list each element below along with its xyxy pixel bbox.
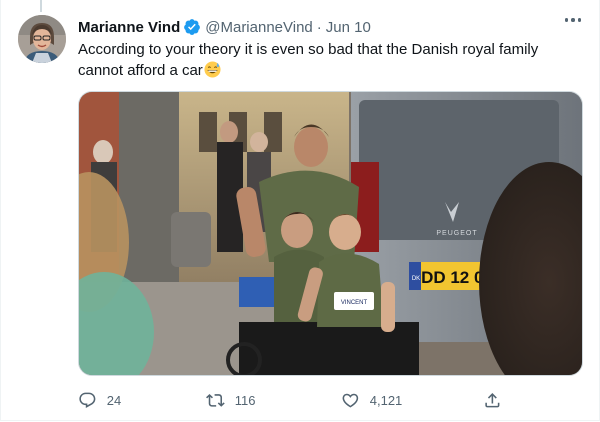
author-name[interactable]: Marianne Vind bbox=[78, 19, 180, 36]
share-button[interactable] bbox=[483, 391, 502, 410]
tweet-text-body: According to your theory it is even so b… bbox=[78, 41, 539, 79]
like-count: 4,121 bbox=[369, 392, 403, 408]
avatar[interactable] bbox=[18, 15, 66, 63]
like-icon bbox=[342, 393, 359, 408]
like-button[interactable]: 4,121 bbox=[341, 391, 402, 410]
retweet-button[interactable]: 116 bbox=[206, 391, 255, 410]
retweet-icon bbox=[206, 393, 225, 407]
plate-country: DK bbox=[412, 276, 420, 282]
verified-badge-icon bbox=[184, 19, 201, 35]
reply-button[interactable]: 24 bbox=[78, 391, 121, 410]
author-handle[interactable]: @MarianneVind bbox=[205, 19, 313, 36]
tweet-text: According to your theory it is even so b… bbox=[78, 39, 578, 81]
tweet-date[interactable]: Jun 10 bbox=[326, 19, 371, 36]
tweet-actions: 24 116 4,121 bbox=[78, 388, 503, 412]
tweet-card[interactable]: Marianne Vind @MarianneVind · Jun 10 Acc… bbox=[0, 0, 600, 421]
grinning-sweat-emoji-icon bbox=[204, 61, 221, 78]
tweet-photo[interactable]: DK DD 12 04 PEUGEOT VINCENT bbox=[78, 91, 583, 376]
thread-connector-line bbox=[40, 0, 42, 12]
race-bib: VINCENT bbox=[341, 300, 368, 306]
more-options-icon[interactable] bbox=[564, 18, 581, 22]
retweet-count: 116 bbox=[234, 392, 256, 408]
share-icon bbox=[485, 392, 500, 408]
header-separator: · bbox=[316, 18, 322, 36]
reply-count: 24 bbox=[106, 392, 122, 408]
tweet-header: Marianne Vind @MarianneVind · Jun 10 bbox=[78, 16, 583, 38]
reply-icon bbox=[79, 392, 96, 408]
van-brand: PEUGEOT bbox=[436, 230, 477, 237]
